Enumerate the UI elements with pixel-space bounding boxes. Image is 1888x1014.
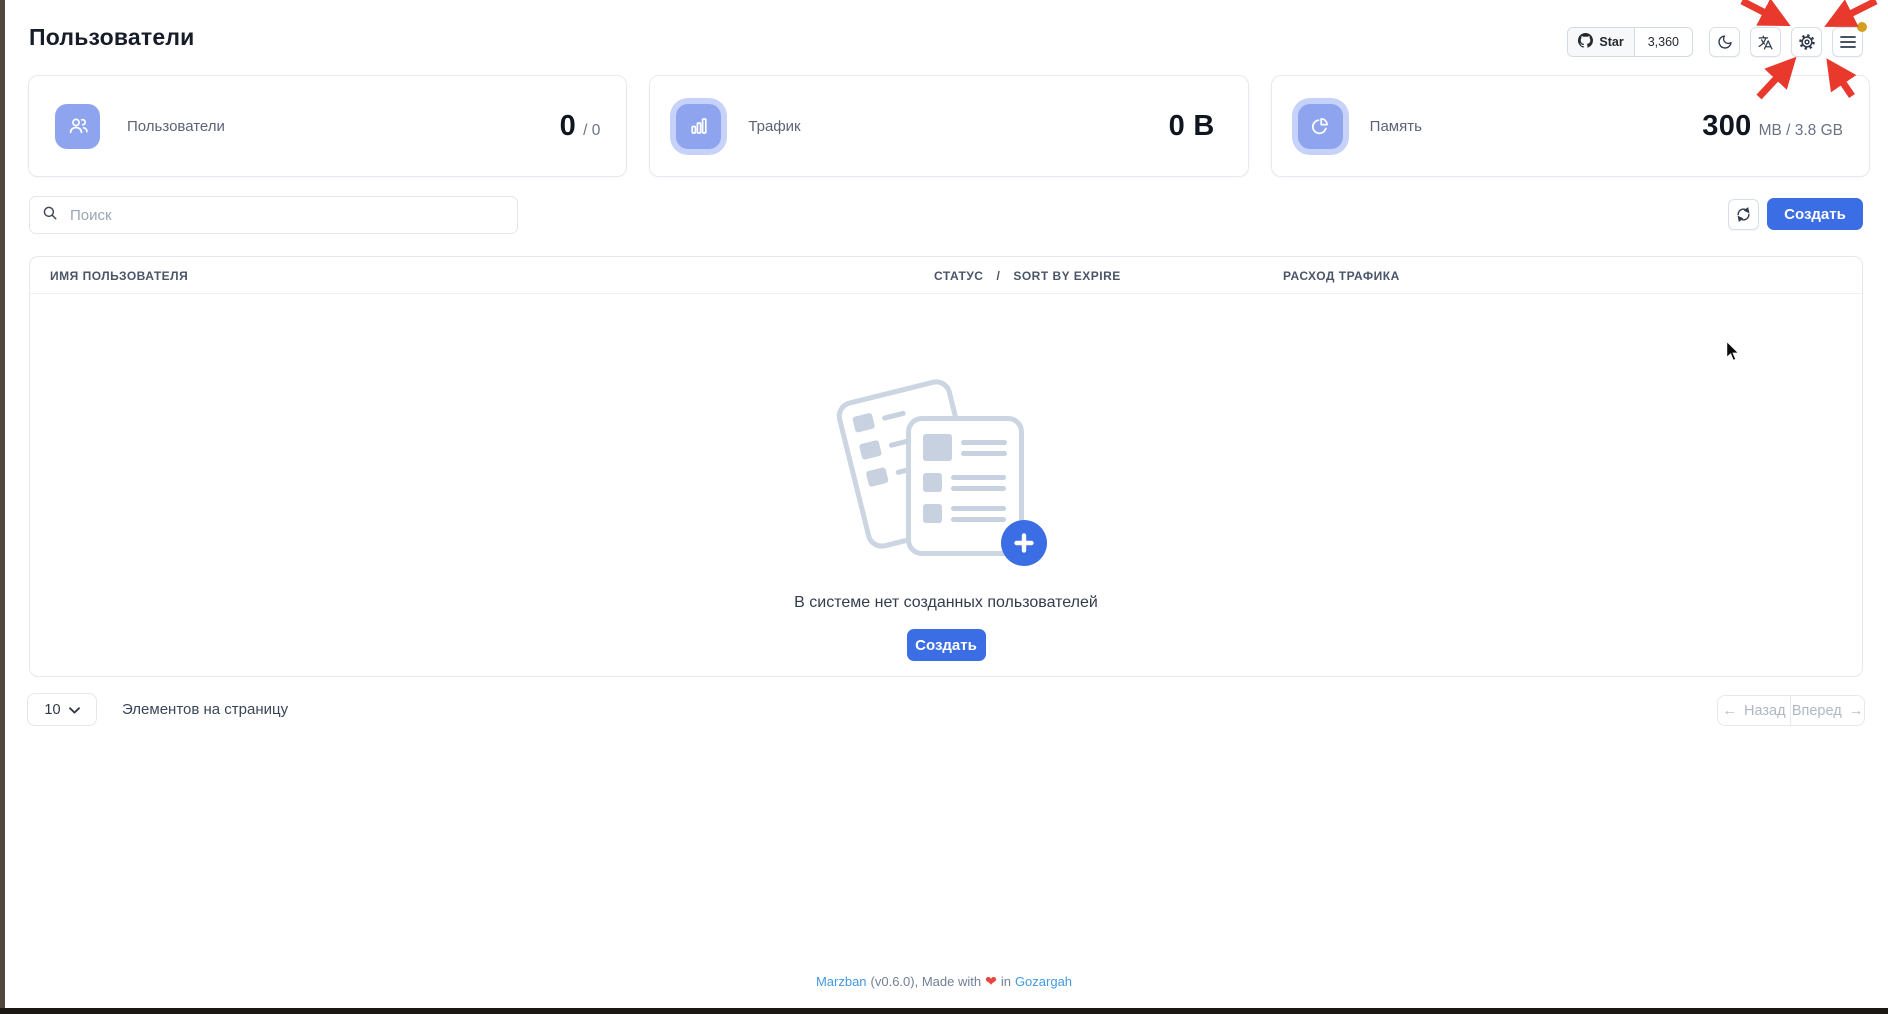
footer-in-text: in — [1001, 974, 1011, 989]
heart-icon: ❤ — [985, 973, 997, 990]
stat-card-value: 0 B — [1169, 110, 1222, 143]
create-user-button[interactable]: Создать — [1767, 198, 1863, 230]
search-icon — [42, 205, 58, 226]
plus-circle-icon — [1001, 520, 1047, 566]
next-label: Вперед — [1792, 703, 1842, 719]
stat-card-value: 300 MB / 3.8 GB — [1702, 110, 1843, 143]
window-bottom-edge — [0, 1008, 1888, 1014]
footer-version-text: (v0.6.0), Made with — [871, 974, 982, 989]
language-icon — [1757, 34, 1774, 51]
empty-state-message: В системе нет созданных пользователей — [794, 594, 1098, 612]
gear-icon — [1798, 33, 1816, 51]
stat-card-memory: Память 300 MB / 3.8 GB — [1271, 75, 1870, 177]
page-title: Пользователи — [29, 24, 195, 51]
github-star-count[interactable]: 3,360 — [1635, 28, 1692, 56]
table-header-row: ИМЯ ПОЛЬЗОВАТЕЛЯ СТАТУС / SORT BY EXPIRE… — [30, 257, 1862, 294]
github-star-segment[interactable]: Star — [1568, 28, 1634, 56]
users-value-suffix: / 0 — [583, 122, 600, 140]
gozargah-link[interactable]: Gozargah — [1015, 974, 1072, 989]
page-size-label: Элементов на страницу — [122, 693, 288, 726]
refresh-button[interactable] — [1728, 199, 1759, 230]
pagination-nav: ← Назад Вперед → — [1717, 695, 1865, 726]
traffic-bars-icon — [676, 104, 721, 149]
stat-card-users: Пользователи 0 / 0 — [28, 75, 627, 177]
notification-dot — [1857, 22, 1867, 32]
dark-mode-button[interactable] — [1709, 27, 1740, 57]
column-header-traffic[interactable]: РАСХОД ТРАФИКА — [1283, 257, 1400, 294]
page-size-value: 10 — [44, 702, 60, 718]
marzban-link[interactable]: Marzban — [816, 974, 867, 989]
language-button[interactable] — [1750, 27, 1781, 57]
window-left-edge — [0, 0, 5, 1014]
stat-card-label: Пользователи — [127, 118, 225, 135]
arrow-left-icon: ← — [1722, 703, 1737, 719]
topbar-actions: Star 3,360 — [1567, 27, 1863, 57]
stat-card-label: Трафик — [748, 118, 800, 135]
empty-state-illustration — [846, 386, 1046, 566]
empty-state: В системе нет созданных пользователей Со… — [30, 294, 1862, 661]
hamburger-icon — [1840, 35, 1856, 49]
menu-button-wrap — [1832, 27, 1863, 57]
stat-cards: Пользователи 0 / 0 Трафик 0 B Память 300 — [28, 75, 1870, 177]
status-header-label[interactable]: СТАТУС — [934, 269, 983, 283]
memory-value: 300 — [1702, 110, 1751, 143]
page-size-select[interactable]: 10 — [27, 693, 97, 726]
github-star-label: Star — [1599, 35, 1623, 49]
memory-value-suffix: MB / 3.8 GB — [1759, 122, 1843, 140]
stat-card-value: 0 / 0 — [560, 110, 601, 143]
moon-icon — [1717, 34, 1733, 50]
traffic-value: 0 B — [1169, 110, 1215, 143]
stat-card-label: Память — [1370, 118, 1422, 135]
search-input[interactable] — [68, 206, 505, 225]
search-box — [29, 196, 518, 234]
footer: Marzban (v0.6.0), Made with ❤ in Gozarga… — [0, 973, 1888, 990]
users-table: ИМЯ ПОЛЬЗОВАТЕЛЯ СТАТУС / SORT BY EXPIRE… — [29, 256, 1863, 677]
memory-pie-icon — [1298, 104, 1343, 149]
github-star-button[interactable]: Star 3,360 — [1567, 27, 1693, 57]
column-header-status[interactable]: СТАТУС / SORT BY EXPIRE — [934, 257, 1121, 294]
column-header-username[interactable]: ИМЯ ПОЛЬЗОВАТЕЛЯ — [50, 257, 188, 294]
users-value: 0 — [560, 110, 576, 143]
github-logo-icon — [1578, 33, 1593, 51]
app-window: Пользователи Star 3,360 — [0, 0, 1888, 1014]
settings-gear-button[interactable] — [1791, 27, 1822, 57]
next-page-button[interactable]: Вперед → — [1791, 696, 1864, 725]
prev-page-button[interactable]: ← Назад — [1718, 696, 1791, 725]
menu-button[interactable] — [1832, 27, 1863, 57]
prev-label: Назад — [1744, 703, 1786, 719]
empty-state-create-button[interactable]: Создать — [907, 629, 986, 661]
arrow-right-icon: → — [1849, 703, 1864, 719]
status-header-separator: / — [996, 269, 1000, 283]
sort-by-expire-label[interactable]: SORT BY EXPIRE — [1013, 269, 1120, 283]
users-icon — [55, 104, 100, 149]
refresh-icon — [1735, 206, 1752, 223]
stat-card-traffic: Трафик 0 B — [649, 75, 1248, 177]
chevron-down-icon — [69, 702, 80, 718]
